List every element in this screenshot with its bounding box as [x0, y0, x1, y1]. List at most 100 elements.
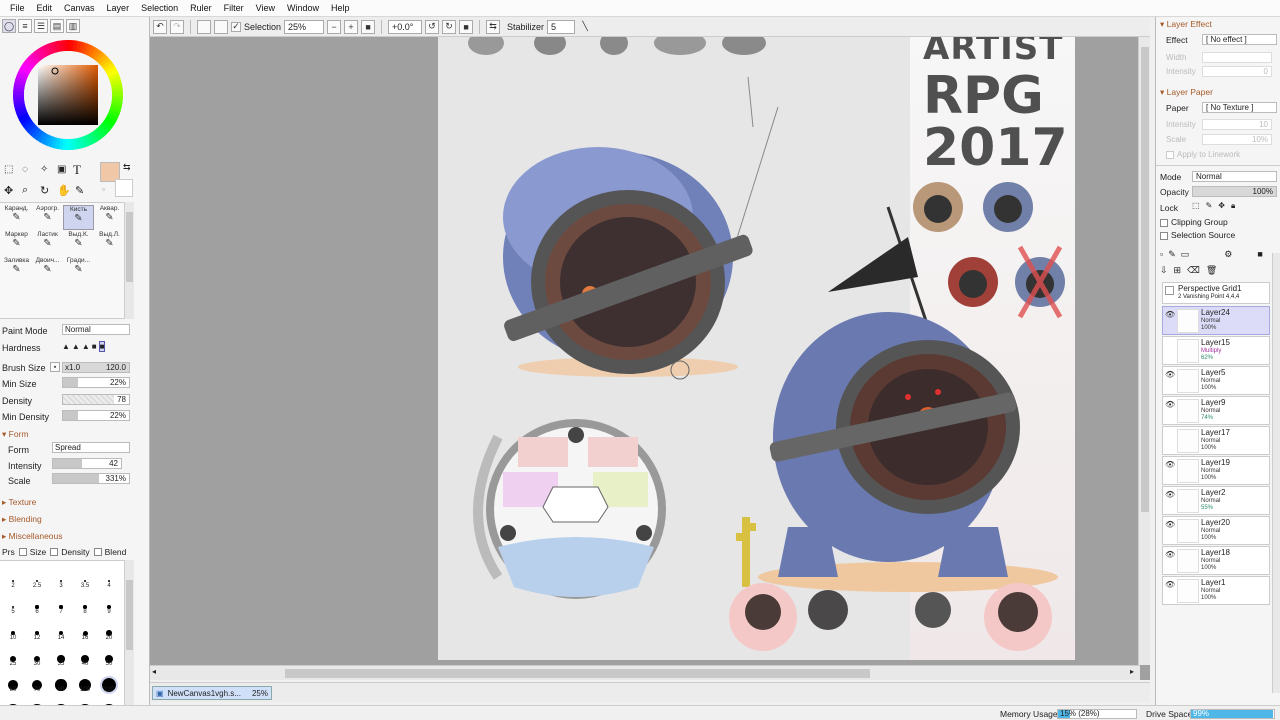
vertical-scrollbar[interactable] [1138, 37, 1150, 665]
transparent-color-icon[interactable]: ▫ [102, 185, 105, 194]
brush-preset-dot[interactable] [59, 579, 63, 583]
layer-panel-menu-icon[interactable]: ■ [1257, 249, 1262, 260]
opacity-slider[interactable]: 100% [1192, 186, 1277, 197]
color-hsv-mode-icon[interactable]: ☰ [34, 19, 48, 33]
color-scratchpad-icon[interactable]: ▥ [66, 19, 80, 33]
select-pen-icon[interactable]: ▣ [57, 164, 66, 175]
rect-select-icon[interactable]: ⬚ [4, 164, 13, 175]
horizontal-scroll-thumb[interactable] [285, 669, 870, 678]
transfer-down-icon[interactable]: ⇩ [1160, 265, 1168, 276]
stabilizer-select[interactable]: 5 [547, 19, 576, 34]
perspective-visibility-checkbox[interactable] [1165, 286, 1174, 295]
zoom-in-icon[interactable]: + [344, 19, 359, 34]
line-tool-icon[interactable]: ╲ [578, 20, 592, 34]
flip-horizontal-icon[interactable]: ⇆ [486, 19, 501, 34]
hardness-1-icon[interactable]: ▲ [62, 342, 70, 351]
selection-source-checkbox[interactable]: Selection Source [1160, 230, 1235, 240]
blend-pressure-checkbox[interactable] [93, 548, 102, 556]
layer-settings-icon[interactable]: ⚙ [1224, 249, 1232, 260]
clear-layer-icon[interactable]: ⌫ [1187, 265, 1200, 276]
zoom-tool-icon[interactable]: ⌕ [22, 184, 28, 197]
rotate-right-icon[interactable]: ↻ [442, 19, 457, 34]
menu-layer[interactable]: Layer [107, 3, 130, 13]
swap-colors-icon[interactable]: ⇆ [123, 162, 131, 173]
merge-down-icon[interactable]: ⊞ [1174, 265, 1182, 276]
hardness-selector[interactable]: ▲ ▲ ▲ ■ ■ [62, 340, 132, 353]
clipping-group-checkbox[interactable]: Clipping Group [1160, 217, 1228, 227]
scale-slider[interactable]: 331% [52, 473, 130, 484]
layer-visibility-eye-icon[interactable]: 👁︎ [1165, 310, 1175, 320]
brush-tool-0[interactable]: Каранд. ✎ [1, 205, 32, 230]
width-slider[interactable] [1202, 52, 1272, 63]
secondary-color-swatch[interactable] [115, 179, 133, 197]
new-layer-icon[interactable]: ▫ [1160, 249, 1163, 260]
lasso-select-icon[interactable]: ◌ [22, 164, 28, 175]
color-wheel[interactable] [12, 39, 124, 151]
density-pressure-checkbox[interactable] [50, 548, 59, 556]
zoom-reset-icon[interactable]: ■ [361, 19, 376, 34]
layer-row[interactable]: 👁︎ Layer2 Normal 55% [1162, 486, 1270, 515]
brush-tool-6[interactable]: Выд.К. ✎ [63, 231, 94, 256]
layer-visibility-eye-icon[interactable]: 👁︎ [1165, 580, 1175, 590]
document-tab[interactable]: ▣ NewCanvas1vgh.s... 25% [152, 686, 272, 700]
lock-all-icon[interactable]: 🔒︎ [1231, 201, 1235, 211]
delete-layer-icon[interactable]: 🗑︎ [1206, 265, 1217, 276]
menu-view[interactable]: View [256, 3, 275, 13]
color-slider-mode-icon[interactable]: ≡ [18, 19, 32, 33]
lock-paint-icon[interactable]: ✎ [1206, 201, 1213, 211]
menu-canvas[interactable]: Canvas [64, 3, 95, 13]
color-swatch-mode-icon[interactable]: ▤ [50, 19, 64, 33]
layer-visibility-eye-icon[interactable]: 👁︎ [1165, 490, 1175, 500]
brush-tool-10[interactable]: Гради... ✎ [63, 257, 94, 282]
scroll-left-icon[interactable]: ◂ [152, 667, 156, 676]
brush-tool-5[interactable]: Ластик ✎ [32, 231, 63, 256]
move-tool-icon[interactable]: ✥ [4, 184, 13, 197]
layer-row[interactable]: 👁︎ Layer18 Normal 100% [1162, 546, 1270, 575]
brush-tool-9[interactable]: Двоич... ✎ [32, 257, 63, 282]
layer-visibility-eye-icon[interactable] [1165, 430, 1175, 440]
min-size-slider[interactable]: 22% [62, 377, 130, 388]
hardness-2-icon[interactable]: ▲ [72, 342, 80, 351]
layer-row[interactable]: 👁︎ Layer1 Normal 100% [1162, 576, 1270, 605]
blending-section-header[interactable]: ▸ Blending [2, 514, 42, 525]
intensity-slider[interactable]: 42 [52, 458, 122, 469]
layer-visibility-eye-icon[interactable]: 👁︎ [1165, 520, 1175, 530]
layer-row[interactable]: Layer17 Normal 100% [1162, 426, 1270, 455]
layer-visibility-eye-icon[interactable]: 👁︎ [1165, 400, 1175, 410]
brush-preset-dot[interactable] [11, 605, 15, 609]
rotate-left-icon[interactable]: ↺ [425, 19, 440, 34]
form-section-header[interactable]: ▾ Form [2, 429, 28, 440]
rotation-field[interactable]: +0.0° [388, 19, 423, 34]
menu-selection[interactable]: Selection [141, 3, 178, 13]
invert-selection-icon[interactable] [214, 19, 228, 34]
paint-mode-select[interactable]: Normal [62, 324, 130, 335]
hardness-4-icon[interactable]: ■ [92, 342, 97, 351]
hardness-3-icon[interactable]: ▲ [82, 342, 90, 351]
texture-section-header[interactable]: ▸ Texture [2, 497, 36, 508]
presets-scrollbar[interactable] [124, 560, 134, 720]
brush-preset-dot[interactable] [107, 579, 111, 583]
layer-row[interactable]: 👁︎ Layer9 Normal 74% [1162, 396, 1270, 425]
hand-tool-icon[interactable]: ✋ [57, 184, 71, 197]
selection-visible-checkbox[interactable]: ✓ [231, 21, 241, 32]
brush-tool-8[interactable]: Заливка ✎ [1, 257, 32, 282]
hardness-5-icon[interactable]: ■ [98, 341, 106, 352]
deselect-icon[interactable] [197, 19, 211, 34]
layer-effect-header[interactable]: ▾ Layer Effect [1160, 19, 1212, 30]
menu-edit[interactable]: Edit [37, 3, 53, 13]
apply-linework-checkbox[interactable]: Apply to Linework [1166, 150, 1240, 159]
density-slider[interactable]: 78 [62, 394, 130, 405]
min-density-slider[interactable]: 22% [62, 410, 130, 421]
brush-size-toggle[interactable]: ▪ [50, 362, 60, 372]
layer-list-scrollbar[interactable] [1272, 253, 1280, 693]
intensity-field-rp[interactable]: 0 [1202, 66, 1272, 77]
zoom-out-icon[interactable]: − [327, 19, 342, 34]
canvas-area[interactable]: ARTIST RPG 2017 ◂ ▸ [150, 37, 1150, 680]
layer-row[interactable]: 👁︎ Layer19 Normal 100% [1162, 456, 1270, 485]
vertical-scroll-thumb[interactable] [1141, 47, 1149, 512]
eyedropper-icon[interactable]: ✎ [75, 184, 84, 197]
layer-row[interactable]: 👁︎ Layer5 Normal 100% [1162, 366, 1270, 395]
color-wheel-mode-icon[interactable]: ◯ [2, 19, 16, 33]
brush-preset-dot[interactable] [83, 579, 87, 583]
brush-tool-1[interactable]: Аэрогр. ✎ [32, 205, 63, 230]
